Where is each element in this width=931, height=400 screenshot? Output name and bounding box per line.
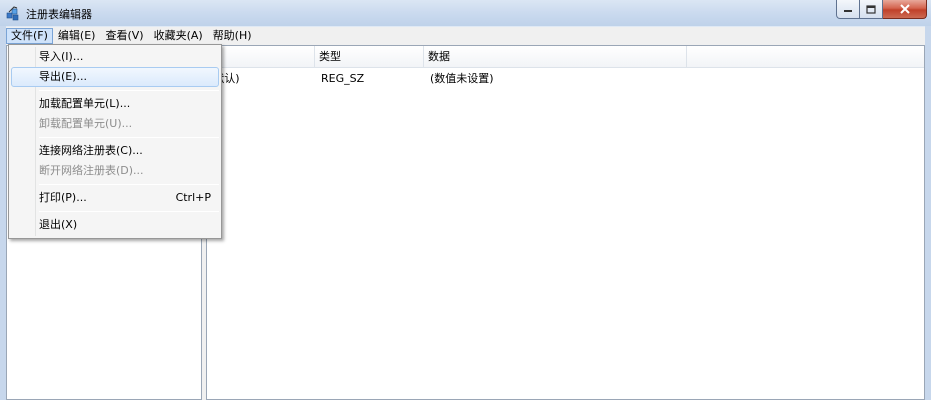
menu-separator bbox=[39, 137, 219, 138]
registry-values-list[interactable]: 称 类型 数据 (默认) REG_SZ (数值未设置) bbox=[206, 45, 925, 400]
window-frame-right bbox=[925, 26, 931, 400]
minimize-icon bbox=[844, 10, 852, 12]
regedit-icon bbox=[6, 5, 22, 21]
value-type: REG_SZ bbox=[321, 72, 365, 85]
minimize-button[interactable] bbox=[836, 0, 860, 19]
menu-item-label: 断开网络注册表(D)... bbox=[39, 164, 144, 177]
menu-view[interactable]: 查看(V) bbox=[100, 28, 148, 44]
menu-item-shortcut: Ctrl+P bbox=[175, 191, 211, 204]
menu-item-label: 连接网络注册表(C)... bbox=[39, 144, 143, 157]
menu-item-load-hive[interactable]: 加载配置单元(L)... bbox=[11, 94, 219, 114]
menu-bar: 文件(F) 编辑(E) 查看(V) 收藏夹(A) 帮助(H) bbox=[6, 27, 925, 45]
close-button[interactable] bbox=[883, 0, 927, 19]
menu-separator bbox=[39, 211, 219, 212]
maximize-icon bbox=[866, 4, 876, 14]
menu-item-label: 打印(P)... bbox=[39, 191, 87, 204]
title-bar: 注册表编辑器 bbox=[0, 0, 931, 26]
menu-item-label: 卸载配置单元(U)... bbox=[39, 117, 133, 130]
column-header-filler bbox=[687, 46, 924, 68]
menu-help[interactable]: 帮助(H) bbox=[208, 28, 257, 44]
menu-separator bbox=[39, 184, 219, 185]
menu-favorites[interactable]: 收藏夹(A) bbox=[149, 28, 208, 44]
maximize-button[interactable] bbox=[860, 0, 883, 19]
menu-item-connect-network-registry[interactable]: 连接网络注册表(C)... bbox=[11, 141, 219, 161]
menu-item-label: 退出(X) bbox=[39, 218, 78, 231]
menu-edit[interactable]: 编辑(E) bbox=[53, 28, 101, 44]
menu-item-label: 导入(I)... bbox=[39, 50, 84, 63]
menu-item-import[interactable]: 导入(I)... bbox=[11, 47, 219, 67]
menu-item-label: 导出(E)... bbox=[39, 70, 88, 83]
close-icon bbox=[899, 4, 910, 14]
menu-file[interactable]: 文件(F) bbox=[6, 28, 53, 44]
menu-item-disconnect-network-registry: 断开网络注册表(D)... bbox=[11, 161, 219, 181]
menu-item-exit[interactable]: 退出(X) bbox=[11, 215, 219, 235]
column-header-type[interactable]: 类型 bbox=[315, 46, 424, 68]
menu-item-unload-hive: 卸载配置单元(U)... bbox=[11, 114, 219, 134]
menu-item-print[interactable]: 打印(P)... Ctrl+P bbox=[11, 188, 219, 208]
menu-item-label: 加载配置单元(L)... bbox=[39, 97, 131, 110]
value-data: (数值未设置) bbox=[430, 72, 494, 85]
column-header-name[interactable]: 称 bbox=[207, 46, 315, 68]
window-title: 注册表编辑器 bbox=[26, 8, 92, 21]
menu-item-export[interactable]: 导出(E)... bbox=[11, 67, 219, 87]
column-header-data[interactable]: 数据 bbox=[424, 46, 687, 68]
menu-separator bbox=[39, 90, 219, 91]
file-menu-dropdown: 导入(I)... 导出(E)... 加载配置单元(L)... 卸载配置单元(U)… bbox=[8, 44, 222, 239]
